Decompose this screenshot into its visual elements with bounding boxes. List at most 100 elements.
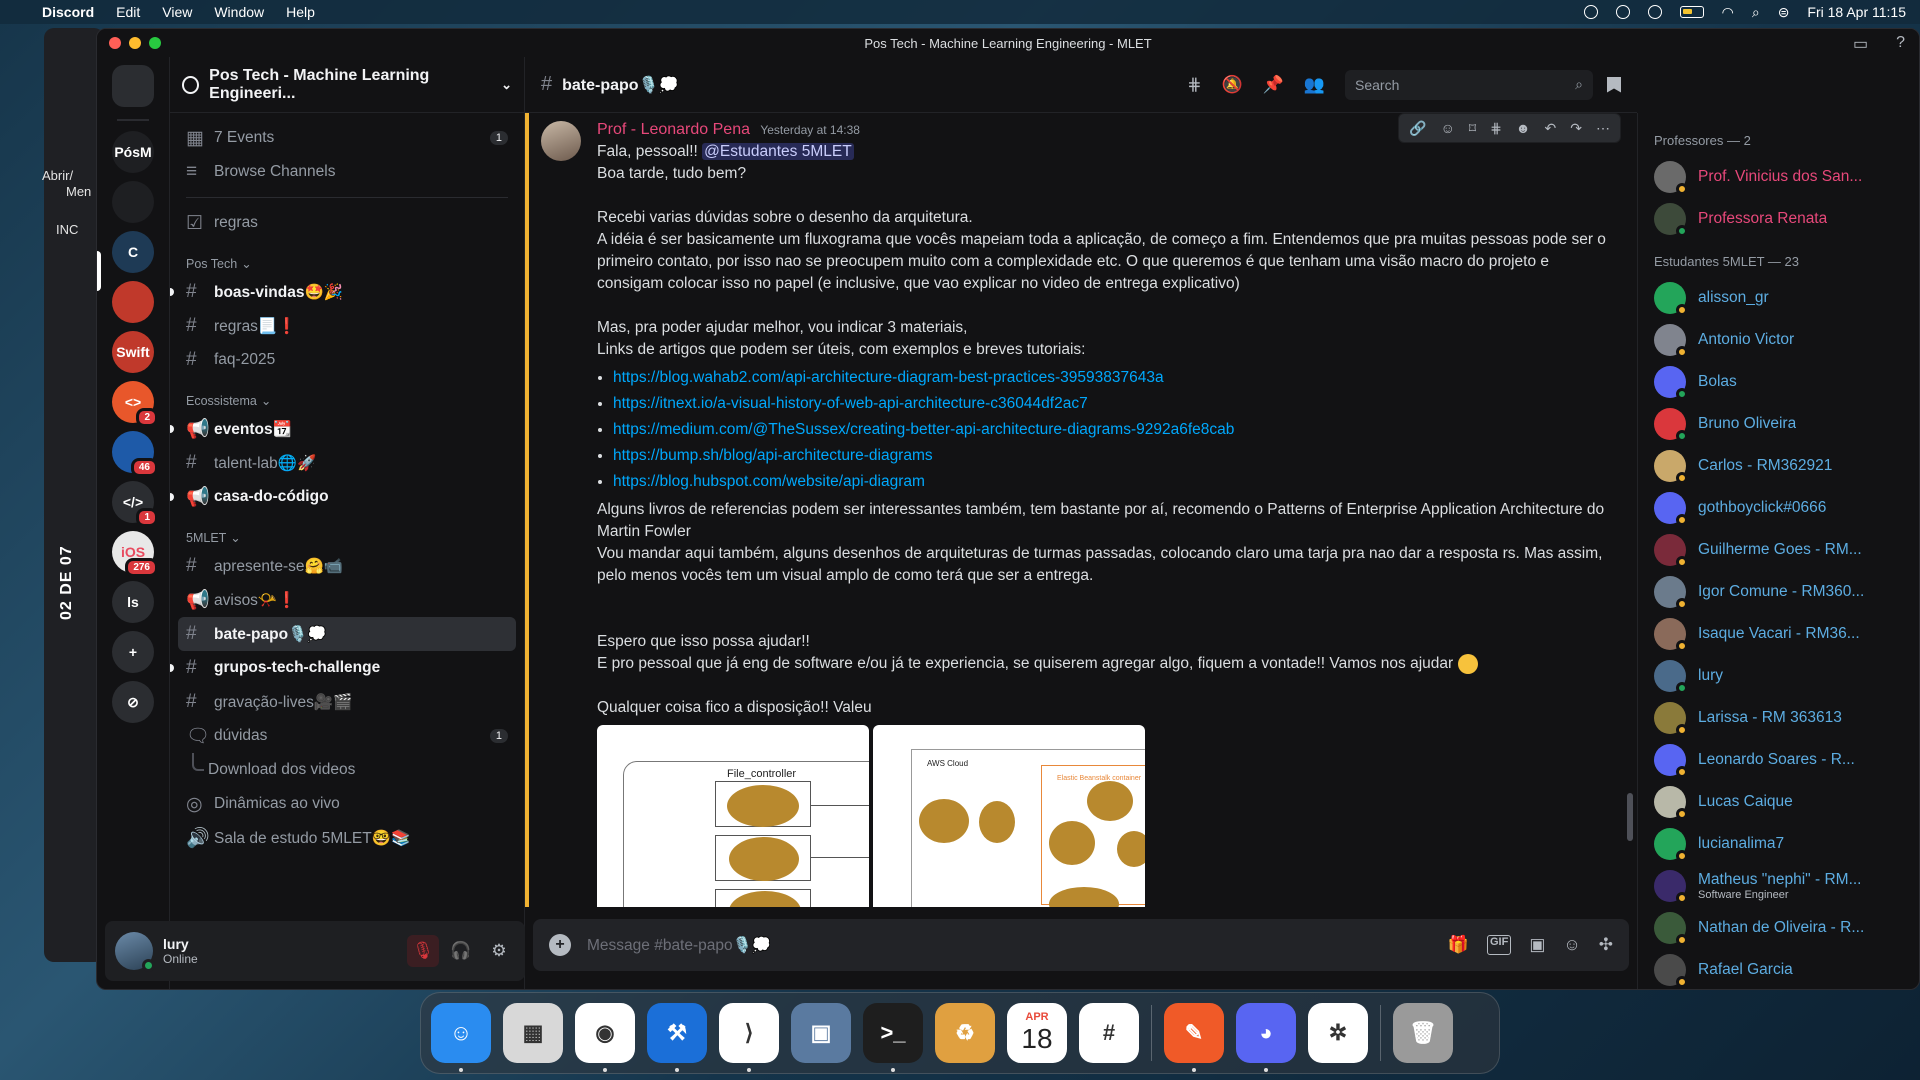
battery-icon[interactable]: [1679, 6, 1704, 18]
add-reaction-icon[interactable]: ☻: [1516, 120, 1531, 136]
server-icon[interactable]: PósM: [112, 131, 154, 173]
member-item[interactable]: Rafael Garcia: [1654, 949, 1913, 989]
recycle-app-icon[interactable]: ♻: [935, 1003, 995, 1063]
terminal-app-icon[interactable]: >_: [863, 1003, 923, 1072]
preview-app-icon[interactable]: ▣: [791, 1003, 851, 1063]
guild-header[interactable]: Pos Tech - Machine Learning Engineeri...…: [170, 57, 524, 113]
channel-item[interactable]: ◎ Dinâmicas ao vivo: [178, 787, 516, 821]
image-attachment[interactable]: AWS Cloud Elastic Beanstalk container: [873, 725, 1145, 907]
server-icon[interactable]: C: [112, 231, 154, 273]
search-input[interactable]: Search ⌕: [1345, 69, 1593, 100]
channel-item[interactable]: # talent-lab🌐🚀: [178, 446, 516, 480]
channel-item[interactable]: # faq-2025: [178, 343, 516, 377]
thread-icon[interactable]: ⋕: [1490, 120, 1502, 137]
channel-item[interactable]: # grupos-tech-challenge: [170, 651, 516, 685]
server-icon[interactable]: [112, 281, 154, 323]
more-icon[interactable]: ⋯: [1596, 120, 1610, 137]
category-header[interactable]: Pos Tech ⌄: [178, 240, 516, 275]
image-attachment[interactable]: File_controller: [597, 725, 869, 907]
channel-regras-rules[interactable]: ☑ regras: [178, 206, 516, 240]
role-mention[interactable]: @Estudantes 5MLET: [702, 143, 854, 160]
calendar-app-icon[interactable]: APR 18: [1007, 1003, 1067, 1063]
scrollbar[interactable]: [1627, 793, 1633, 841]
menu-window[interactable]: Window: [214, 4, 264, 20]
events-item[interactable]: ▦ 7 Events 1: [178, 121, 516, 155]
channel-item[interactable]: # boas-vindas🤩🎉: [170, 275, 516, 309]
clock[interactable]: Fri 18 Apr 11:15: [1807, 4, 1906, 20]
finder-app-icon[interactable]: ☺: [431, 1003, 491, 1072]
menu-view[interactable]: View: [162, 4, 192, 20]
forward-icon[interactable]: ↷: [1570, 120, 1582, 137]
launchpad-app-icon[interactable]: ▦: [503, 1003, 563, 1063]
member-item[interactable]: lury: [1654, 655, 1913, 697]
message-author[interactable]: Prof - Leonardo Pena: [597, 121, 750, 138]
gif-icon[interactable]: GIF: [1486, 935, 1512, 955]
browse-channels-item[interactable]: ≡ Browse Channels: [178, 155, 516, 189]
channel-item[interactable]: 🗨 dúvidas 1: [178, 719, 516, 753]
gift-icon[interactable]: 🎁: [1448, 935, 1469, 955]
member-item[interactable]: Nathan de Oliveira - R...: [1654, 907, 1913, 949]
member-item[interactable]: Igor Comune - RM360...: [1654, 571, 1913, 613]
channel-item[interactable]: # regras📃❗: [178, 309, 516, 343]
article-link[interactable]: https://itnext.io/a-visual-history-of-we…: [613, 395, 1088, 412]
discord-app-icon[interactable]: ◕: [1236, 1003, 1296, 1072]
member-item[interactable]: Guilherme Goes - RM...: [1654, 529, 1913, 571]
article-link[interactable]: https://blog.hubspot.com/website/api-dia…: [613, 473, 925, 490]
article-link[interactable]: https://bump.sh/blog/api-architecture-di…: [613, 447, 933, 464]
threads-icon[interactable]: ⋕: [1187, 75, 1201, 95]
chrome-app-icon[interactable]: ◉: [575, 1003, 635, 1072]
openai-status-icon[interactable]: [1583, 5, 1598, 19]
chatgpt-app-icon[interactable]: ✲: [1308, 1003, 1368, 1063]
headphones-icon[interactable]: 🎧: [445, 935, 477, 967]
apps-icon[interactable]: ✣: [1599, 935, 1613, 955]
category-header[interactable]: Ecossistema ⌄: [178, 377, 516, 412]
server-icon[interactable]: iOS 276: [112, 531, 158, 577]
reply-icon[interactable]: ↶: [1545, 120, 1557, 137]
gear-icon[interactable]: ⚙: [483, 935, 515, 967]
bookmark-icon[interactable]: ⌑: [1469, 120, 1476, 137]
inbox-icon[interactable]: ▭: [1853, 34, 1868, 54]
channel-item[interactable]: # bate-papo🎙️💭: [178, 617, 516, 651]
menu-app-name[interactable]: Discord: [42, 4, 94, 20]
member-item[interactable]: gothboyclick#0666: [1654, 487, 1913, 529]
member-item[interactable]: Lucas Caique: [1654, 781, 1913, 823]
channel-item[interactable]: # gravação-lives🎥🎬: [178, 685, 516, 719]
sticker-icon[interactable]: ▣: [1529, 935, 1545, 955]
channel-item[interactable]: Download dos videos: [178, 753, 516, 787]
add-server-icon[interactable]: +: [112, 631, 154, 673]
member-item[interactable]: Professora Renata: [1654, 198, 1913, 240]
server-icon[interactable]: ls: [112, 581, 154, 623]
member-item[interactable]: Leonardo Soares - R...: [1654, 739, 1913, 781]
flutter-icon[interactable]: 46: [112, 431, 158, 477]
member-item[interactable]: Prof. Vinicius dos San...: [1654, 156, 1913, 198]
channel-item[interactable]: 📢 eventos📆: [170, 412, 516, 446]
xcode-app-icon[interactable]: ⚒: [647, 1003, 707, 1072]
member-item[interactable]: Bruno Oliveira: [1654, 403, 1913, 445]
channel-item[interactable]: 📢 avisos📯❗: [178, 583, 516, 617]
notification-bell-icon[interactable]: 🔕: [1221, 75, 1242, 95]
server-icon[interactable]: </> 1: [112, 481, 158, 527]
member-item[interactable]: Antonio Victor: [1654, 319, 1913, 361]
discord-home-icon[interactable]: [112, 65, 154, 107]
wifi-icon[interactable]: ◠: [1722, 4, 1734, 21]
help-icon[interactable]: ?: [1896, 34, 1905, 54]
member-item[interactable]: Matheus "nephi" - RM... Software Engineer: [1654, 865, 1913, 907]
pencil-app-icon[interactable]: ✎: [1164, 1003, 1224, 1072]
member-list-icon[interactable]: 👥: [1304, 75, 1325, 95]
menu-edit[interactable]: Edit: [116, 4, 140, 20]
server-icon[interactable]: [112, 181, 154, 223]
member-item[interactable]: lucianalima7: [1654, 823, 1913, 865]
emoji-icon[interactable]: ☺: [1563, 935, 1580, 955]
link-icon[interactable]: 🔗: [1409, 120, 1426, 137]
spotlight-icon[interactable]: ⌕: [1752, 4, 1760, 21]
slack-app-icon[interactable]: #: [1079, 1003, 1139, 1063]
discover-icon[interactable]: ⊘: [112, 681, 154, 723]
server-icon[interactable]: <> 2: [112, 381, 158, 427]
author-avatar[interactable]: [541, 121, 581, 161]
channel-item[interactable]: # apresente-se🤗📹: [178, 549, 516, 583]
message-composer[interactable]: + Message #bate-papo🎙️💭 🎁 GIF ▣ ☺ ✣: [533, 919, 1629, 971]
category-header[interactable]: 5MLET ⌄: [178, 514, 516, 549]
vscode-app-icon[interactable]: ⟩: [719, 1003, 779, 1072]
channel-item[interactable]: 📢 casa-do-código: [170, 480, 516, 514]
play-icon[interactable]: [1647, 5, 1662, 19]
